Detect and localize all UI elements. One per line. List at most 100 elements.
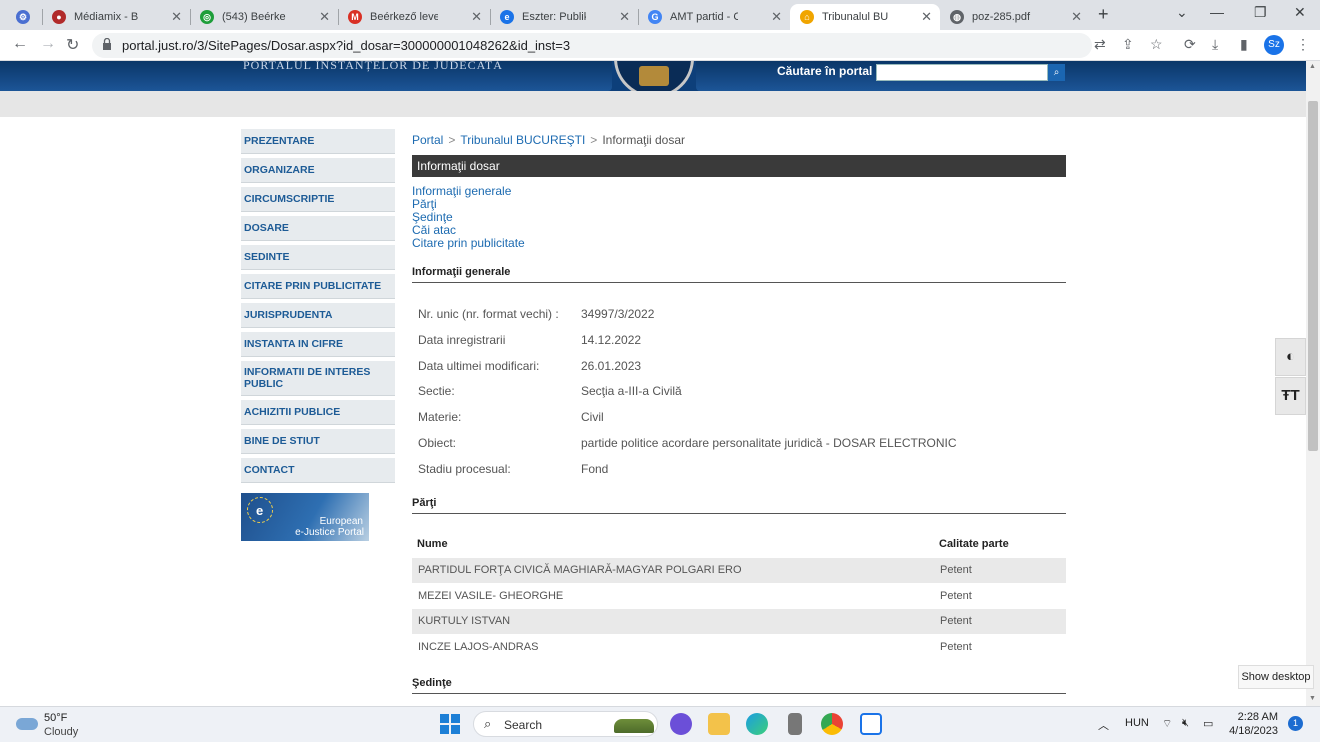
scroll-thumb[interactable] — [1308, 101, 1318, 451]
tab-google[interactable]: G AMT partid - Căutare ✕ — [638, 4, 790, 30]
party-role: Petent — [940, 564, 972, 576]
tab-gmail[interactable]: M Beérkező levelek (78 ✕ — [338, 4, 490, 30]
info-label: Sectie: — [418, 384, 455, 398]
profile-avatar[interactable]: Sz — [1264, 35, 1284, 55]
tab-search-chevron-icon[interactable]: ⌄ — [1176, 4, 1188, 21]
tab-search-icon[interactable]: ⚙ — [0, 4, 42, 30]
document-icon[interactable] — [860, 713, 882, 735]
close-icon[interactable]: ✕ — [1071, 9, 1082, 25]
reload-icon[interactable]: ↻ — [66, 35, 79, 55]
text-size-button[interactable]: ŦT — [1275, 377, 1306, 415]
sidebar-item-prezentare[interactable]: PREZENTARE — [241, 129, 395, 154]
close-icon[interactable]: ✕ — [619, 9, 630, 25]
breadcrumb-portal[interactable]: Portal — [412, 133, 443, 147]
teams-chat-icon[interactable] — [670, 713, 692, 735]
close-icon[interactable]: ✕ — [471, 9, 482, 25]
extensions-icon[interactable]: ⟳ — [1184, 36, 1196, 53]
party-role: Petent — [940, 641, 972, 653]
url-text[interactable]: portal.just.ro/3/SitePages/Dosar.aspx?id… — [122, 38, 570, 53]
back-arrow-icon[interactable]: ← — [12, 35, 28, 53]
clock[interactable]: 2:28 AM 4/18/2023 — [1228, 710, 1278, 738]
new-tab-button[interactable]: + — [1098, 4, 1109, 25]
sidebar-item-organizare[interactable]: ORGANIZARE — [241, 158, 395, 183]
tab-label: Eszter: Publikálás — [522, 11, 586, 23]
weather-temp: 50°F — [44, 712, 68, 724]
sidebar-item-jurisprudenta[interactable]: JURISPRUDENTA — [241, 303, 395, 328]
lock-icon[interactable] — [102, 38, 112, 50]
sidebar-item-circumscriptie[interactable]: CIRCUMSCRIPTIE — [241, 187, 395, 212]
section-links: Informaţii generale Părţi Şedinţe Căi at… — [412, 185, 525, 250]
edge-icon[interactable] — [746, 713, 768, 735]
mountain-icon — [614, 719, 654, 733]
info-label: Obiect: — [418, 436, 457, 450]
scroll-up-icon[interactable]: ▲ — [1309, 63, 1316, 70]
translate-icon[interactable]: ⇄ — [1094, 36, 1106, 53]
tray-chevron-icon[interactable]: ︿ — [1098, 717, 1109, 733]
sidebar-item-sedinte[interactable]: SEDINTE — [241, 245, 395, 270]
ejustice-logo-icon: e — [247, 497, 273, 523]
notification-badge[interactable]: 1 — [1288, 716, 1303, 731]
party-role: Petent — [940, 615, 972, 627]
windows-start-icon[interactable] — [440, 714, 460, 734]
forward-arrow-icon[interactable]: → — [40, 35, 56, 53]
link-citare[interactable]: Citare prin publicitate — [412, 237, 525, 250]
restore-button[interactable]: ❐ — [1254, 4, 1267, 21]
close-icon[interactable]: ✕ — [921, 9, 932, 25]
breadcrumb-court[interactable]: Tribunalul BUCUREŞTI — [460, 133, 585, 147]
tab-pdf[interactable]: ◍ poz-285.pdf ✕ — [940, 4, 1090, 30]
chrome-icon[interactable] — [821, 713, 843, 735]
language-indicator[interactable]: HUN — [1125, 717, 1149, 729]
google-icon: G — [648, 10, 662, 24]
sidebar-item-instanta-cifre[interactable]: INSTANTA IN CIFRE — [241, 332, 395, 357]
voice-recorder-icon[interactable] — [788, 713, 802, 735]
taskbar-search-label: Search — [504, 718, 543, 732]
contrast-toggle-button[interactable]: ◐ — [1275, 338, 1306, 376]
side-panel-icon[interactable]: ▮ — [1240, 36, 1248, 53]
clock-date: 4/18/2023 — [1229, 725, 1278, 737]
star-icon[interactable]: ☆ — [1150, 36, 1163, 53]
close-icon[interactable]: ✕ — [319, 9, 330, 25]
show-desktop-tooltip: Show desktop — [1238, 665, 1314, 689]
battery-icon[interactable]: ▭ — [1203, 717, 1213, 730]
sidebar-item-achizitii[interactable]: ACHIZITII PUBLICE — [241, 400, 395, 425]
sidebar-item-citare[interactable]: CITARE PRIN PUBLICITATE — [241, 274, 395, 299]
tab-beerkezett[interactable]: ◎ (543) Beérkezett üze ✕ — [190, 4, 338, 30]
file-explorer-icon[interactable] — [708, 713, 730, 735]
breadcrumb-sep: > — [590, 133, 598, 147]
party-name: MEZEI VASILE- GHEORGHE — [418, 590, 564, 602]
wifi-icon[interactable]: ⌔ — [1162, 717, 1172, 731]
tab-mediamix[interactable]: ● Médiamix - Belépés ✕ — [42, 4, 190, 30]
close-window-button[interactable]: ✕ — [1294, 4, 1306, 21]
weather-desc: Cloudy — [44, 726, 79, 738]
sidebar-item-contact[interactable]: CONTACT — [241, 458, 395, 483]
tab-label: (543) Beérkezett üze — [222, 11, 286, 23]
tab-label: Beérkező levelek (78 — [370, 11, 438, 23]
sidebar-item-interes-public[interactable]: INFORMATII DE INTERES PUBLIC — [241, 361, 395, 396]
search-button[interactable]: ⌕ — [1048, 64, 1065, 81]
tab-tribunal-active[interactable]: ⌂ Tribunalul BUCUREȘT ✕ — [790, 4, 940, 30]
sidebar-nav: PREZENTARE ORGANIZARE CIRCUMSCRIPTIE DOS… — [241, 129, 395, 487]
info-label: Stadiu procesual: — [418, 462, 511, 476]
page-scrollbar[interactable]: ▲ ▼ — [1306, 61, 1320, 706]
menu-dots-icon[interactable]: ⋮ — [1296, 36, 1310, 53]
close-icon[interactable]: ✕ — [771, 9, 782, 25]
address-bar[interactable]: portal.just.ro/3/SitePages/Dosar.aspx?id… — [92, 33, 1092, 58]
text-size-icon: ŦT — [1281, 387, 1300, 404]
download-icon[interactable]: ⤓ — [1212, 36, 1218, 53]
ejustice-line1: European — [319, 516, 363, 527]
tab-eszter[interactable]: e Eszter: Publikálás ✕ — [490, 4, 638, 30]
column-header-name: Nume — [417, 538, 448, 550]
close-icon[interactable]: ✕ — [171, 9, 182, 25]
sidebar-item-dosare[interactable]: DOSARE — [241, 216, 395, 241]
sidebar-item-bine-de-stiut[interactable]: BINE DE STIUT — [241, 429, 395, 454]
portal-search-input[interactable] — [876, 64, 1048, 81]
minimize-button[interactable]: — — [1210, 4, 1224, 20]
scroll-down-icon[interactable]: ▼ — [1309, 695, 1316, 702]
speaker-muted-icon[interactable]: 🔇︎ — [1182, 717, 1189, 730]
windows-taskbar: 50°F Cloudy ⌕ Search ︿ HUN ⌔ 🔇︎ ▭ 2:28 A… — [0, 706, 1320, 742]
breadcrumb: Portal > Tribunalul BUCUREŞTI > Informaţii d… — [412, 133, 685, 147]
share-icon[interactable]: ⇪ — [1122, 36, 1134, 53]
table-row: MEZEI VASILE- GHEORGHE Petent — [412, 584, 1066, 609]
taskbar-search[interactable]: ⌕ Search — [473, 711, 658, 737]
ejustice-banner[interactable]: e European e-Justice Portal — [241, 493, 369, 541]
